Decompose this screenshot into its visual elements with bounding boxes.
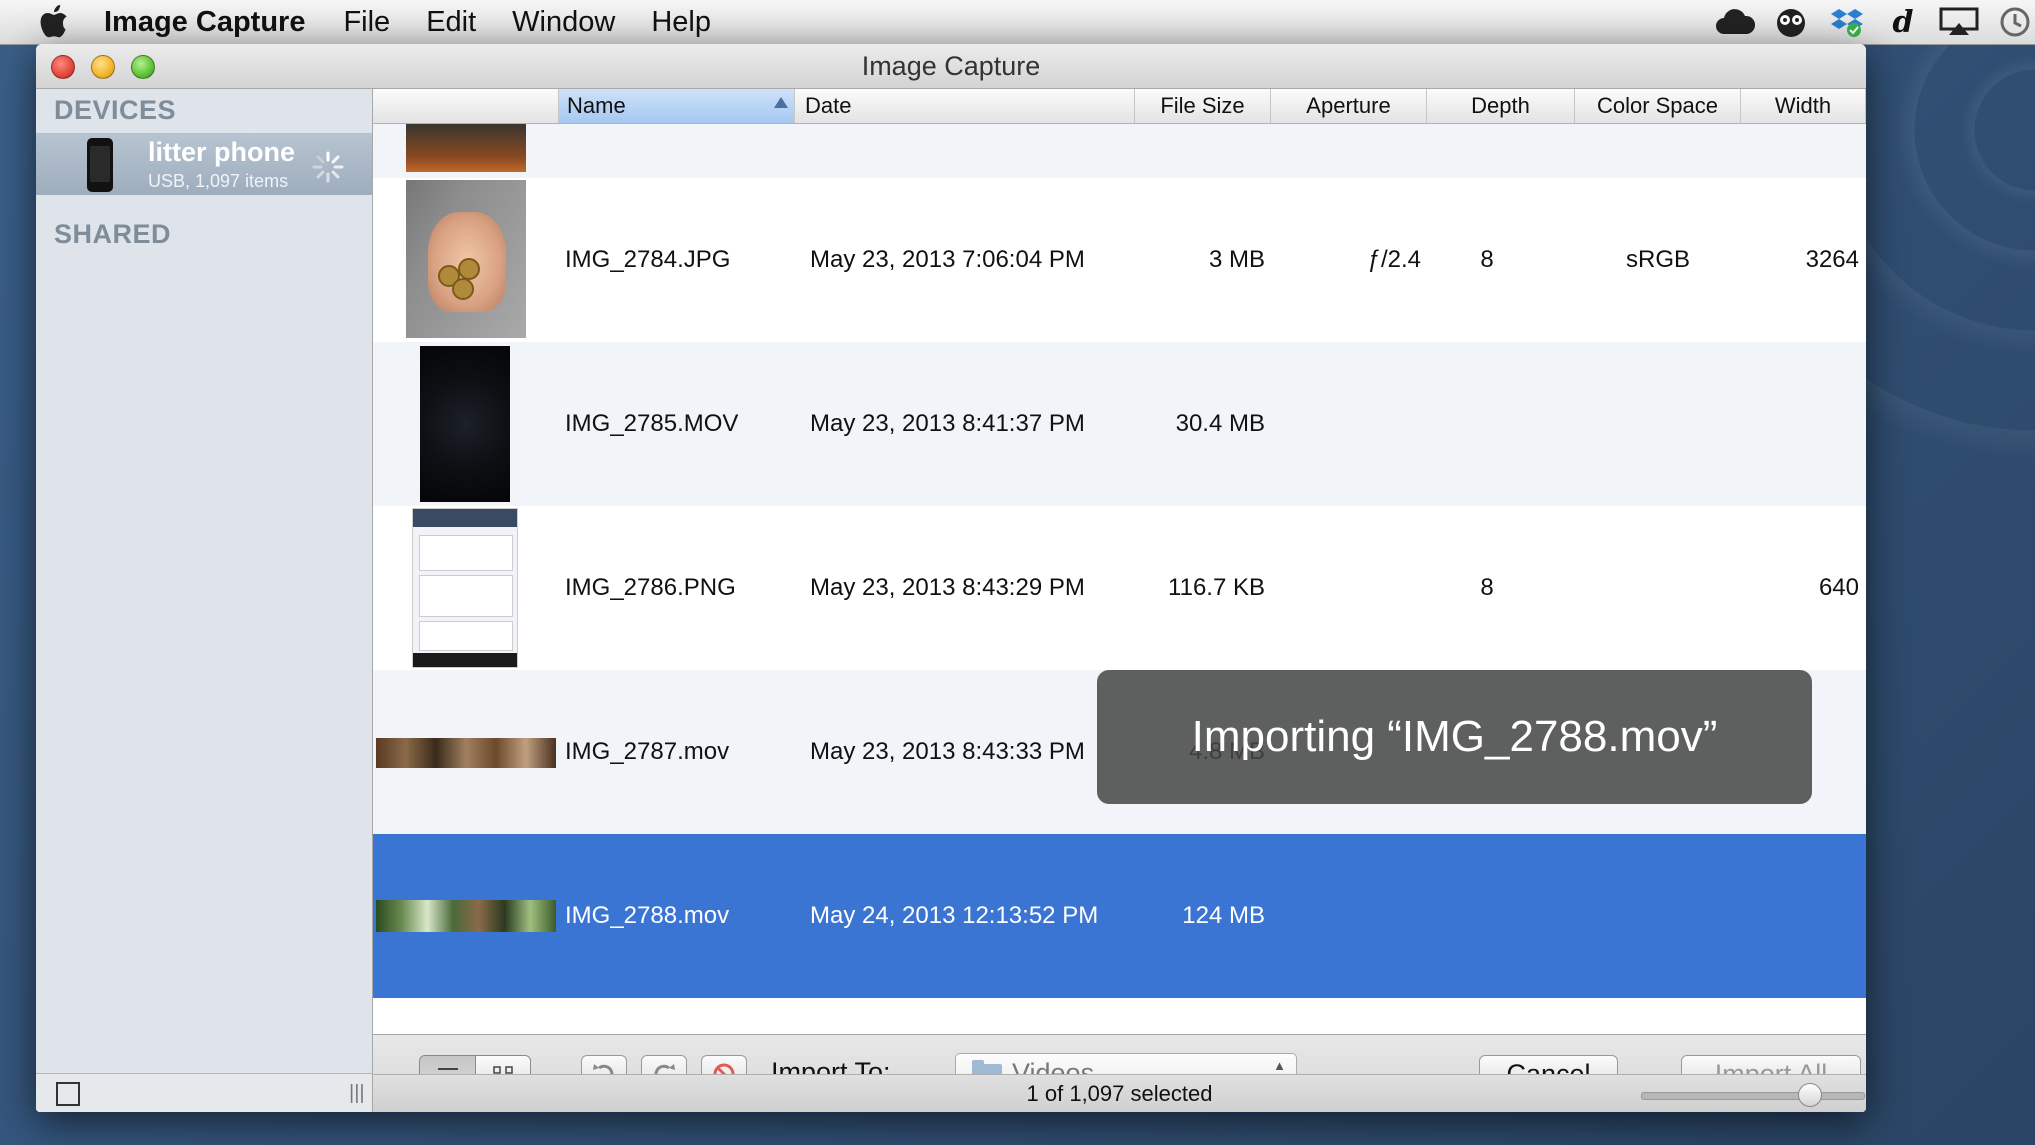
cell-color-space xyxy=(1575,834,1741,998)
cell-color-space xyxy=(1575,342,1741,506)
table-row[interactable]: IMG_2786.PNG May 23, 2013 8:43:29 PM 116… xyxy=(373,506,1866,670)
slider-knob[interactable] xyxy=(1798,1083,1822,1107)
cell-name: IMG_2784.JPG xyxy=(565,246,731,273)
row-thumbnail xyxy=(406,124,526,172)
cell-width xyxy=(1741,342,1859,506)
table-row[interactable]: IMG_2784.JPG May 23, 2013 7:06:04 PM 3 M… xyxy=(373,178,1866,342)
cell-date: May 23, 2013 8:41:37 PM xyxy=(810,410,1085,437)
header-thumbnail[interactable] xyxy=(373,89,559,123)
airplay-icon[interactable] xyxy=(1939,5,1979,39)
header-date[interactable]: Date xyxy=(795,89,1135,123)
table-row-selected[interactable]: IMG_2788.mov May 24, 2013 12:13:52 PM 12… xyxy=(373,834,1866,998)
cell-size: 30.4 MB xyxy=(1175,410,1265,437)
dictionary-icon[interactable]: d xyxy=(1883,5,1923,40)
device-settings-icon[interactable] xyxy=(56,1082,80,1106)
cell-date: May 23, 2013 8:43:33 PM xyxy=(810,738,1085,765)
sidebar-footer: ||| xyxy=(36,1073,372,1112)
cell-depth: 8 xyxy=(1480,246,1494,273)
time-machine-icon[interactable] xyxy=(1995,5,2035,39)
device-subtitle: USB, 1,097 items xyxy=(148,171,289,191)
cell-aperture xyxy=(1271,834,1421,998)
image-capture-window: Image Capture DEVICES litter phone USB, … xyxy=(36,44,1866,1112)
header-name[interactable]: Name xyxy=(559,89,795,123)
app-menu[interactable]: Image Capture xyxy=(104,6,305,39)
window-title: Image Capture xyxy=(861,51,1041,81)
header-file-size[interactable]: File Size xyxy=(1135,89,1271,123)
row-thumbnail xyxy=(412,508,518,668)
sort-ascending-icon xyxy=(774,97,788,108)
cell-depth xyxy=(1427,342,1547,506)
thumbnail-size-slider[interactable] xyxy=(1641,1083,1865,1107)
cell-color-space: sRGB xyxy=(1625,246,1690,273)
status-bar: 1 of 1,097 selected xyxy=(373,1074,1866,1112)
cell-depth: 8 xyxy=(1480,574,1494,601)
row-thumbnail xyxy=(376,738,556,768)
shared-heading: SHARED xyxy=(54,219,172,249)
row-thumbnail xyxy=(420,346,510,502)
cell-date: May 24, 2013 12:13:52 PM xyxy=(810,902,1099,929)
menu-edit[interactable]: Edit xyxy=(426,6,476,39)
loading-spinner-icon xyxy=(312,151,344,183)
device-name: litter phone xyxy=(148,137,295,167)
cell-size: 3 MB xyxy=(1208,246,1265,273)
cell-aperture: ƒ/2.4 xyxy=(1367,246,1421,273)
table-row-partial[interactable] xyxy=(373,124,1866,178)
cell-depth xyxy=(1427,834,1547,998)
dropbox-icon[interactable] xyxy=(1827,5,1867,39)
cell-aperture xyxy=(1271,342,1421,506)
cell-width: 3264 xyxy=(1805,246,1859,273)
menu-window[interactable]: Window xyxy=(512,6,615,39)
owl-icon[interactable] xyxy=(1771,5,1811,39)
minimize-button[interactable] xyxy=(91,55,115,79)
cell-width: 640 xyxy=(1818,574,1859,601)
cell-date: May 23, 2013 8:43:29 PM xyxy=(810,574,1085,601)
header-depth[interactable]: Depth xyxy=(1427,89,1575,123)
cell-name: IMG_2785.MOV xyxy=(565,410,739,437)
cloud-icon[interactable] xyxy=(1715,5,1755,39)
menu-help[interactable]: Help xyxy=(651,6,711,39)
cell-name: IMG_2786.PNG xyxy=(565,574,736,601)
selection-count: 1 of 1,097 selected xyxy=(1026,1081,1213,1106)
file-list: Name Date File Size Aperture Depth Color… xyxy=(373,89,1866,1034)
cell-size: 116.7 KB xyxy=(1168,574,1265,601)
apple-menu-icon[interactable] xyxy=(38,5,70,39)
table-row[interactable]: IMG_2785.MOV May 23, 2013 8:41:37 PM 30.… xyxy=(373,342,1866,506)
devices-heading: DEVICES xyxy=(54,95,177,125)
cell-size: 124 MB xyxy=(1182,902,1265,929)
cell-name: IMG_2787.mov xyxy=(565,738,730,765)
cell-color-space xyxy=(1575,506,1741,670)
cell-date: May 23, 2013 7:06:04 PM xyxy=(810,246,1085,273)
import-progress-overlay: Importing “IMG_2788.mov” xyxy=(1097,670,1812,804)
zoom-button[interactable] xyxy=(131,55,155,79)
header-color-space[interactable]: Color Space xyxy=(1575,89,1741,123)
menu-bar: Image Capture File Edit Window Help d xyxy=(0,0,2035,45)
column-header: Name Date File Size Aperture Depth Color… xyxy=(373,89,1866,124)
row-thumbnail xyxy=(406,180,526,338)
header-aperture[interactable]: Aperture xyxy=(1271,89,1427,123)
iphone-icon xyxy=(87,138,113,192)
overlay-text: Importing “IMG_2788.mov” xyxy=(1191,712,1718,761)
close-button[interactable] xyxy=(51,55,75,79)
sidebar-item-device[interactable]: litter phone USB, 1,097 items xyxy=(36,133,372,195)
header-width[interactable]: Width xyxy=(1741,89,1866,123)
cell-width xyxy=(1741,834,1859,998)
resize-grip-icon[interactable]: ||| xyxy=(349,1082,365,1105)
cell-aperture xyxy=(1271,506,1421,670)
cell-name: IMG_2788.mov xyxy=(565,902,730,929)
window-titlebar: Image Capture xyxy=(36,44,1866,89)
sidebar: DEVICES litter phone USB, 1,097 items SH… xyxy=(36,89,373,1112)
row-thumbnail xyxy=(376,900,556,932)
menu-file[interactable]: File xyxy=(343,6,390,39)
